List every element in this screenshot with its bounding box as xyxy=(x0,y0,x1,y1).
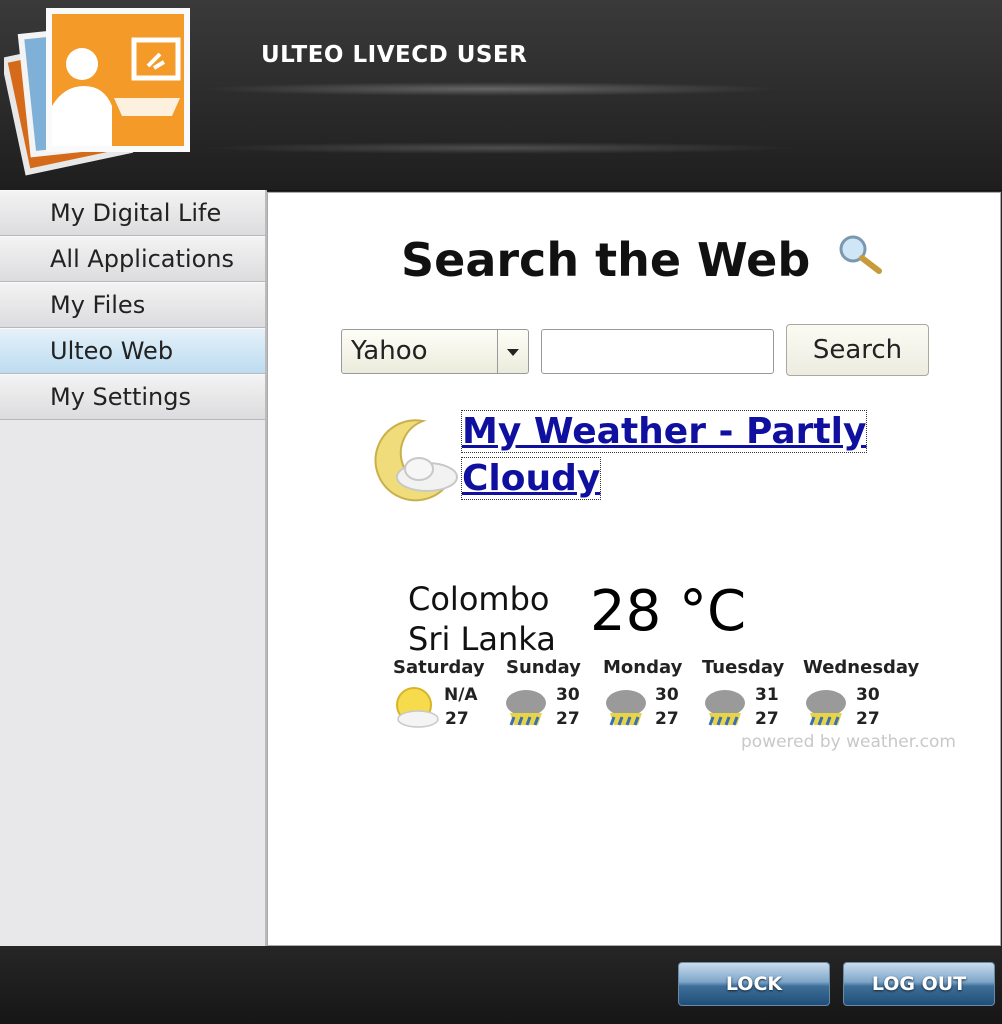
sidebar-item-ulteo-web[interactable]: Ulteo Web xyxy=(0,328,265,374)
sidebar: My Digital Life All Applications My File… xyxy=(0,190,267,946)
weather-link-line2[interactable]: Cloudy xyxy=(460,457,602,500)
logout-button[interactable]: LOG OUT xyxy=(843,962,995,1006)
partly-cloudy-night-icon xyxy=(374,419,458,502)
forecast-high: 30 xyxy=(655,685,679,705)
search-input[interactable] xyxy=(541,329,774,374)
forecast-day: Tuesday xyxy=(702,657,785,678)
forecast-high: 30 xyxy=(856,685,880,705)
header-shine xyxy=(200,142,800,154)
partly-sunny-icon xyxy=(396,687,439,728)
weather-link[interactable]: My Weather - Partly Cloudy xyxy=(460,408,894,502)
username-label: ULTEO LIVECD USER xyxy=(261,42,528,68)
user-photo-icon xyxy=(4,8,190,176)
forecast-high: N/A xyxy=(444,685,478,705)
chevron-down-icon[interactable] xyxy=(497,330,528,373)
forecast-high: 30 xyxy=(556,685,580,705)
country-name: Sri Lanka xyxy=(408,620,556,658)
header-bar: ULTEO LIVECD USER xyxy=(0,0,1002,191)
search-button[interactable]: Search xyxy=(786,324,929,376)
main-panel: Search the Web Yahoo Search My Weather -… xyxy=(267,192,1001,946)
forecast-low: 27 xyxy=(755,709,779,729)
sidebar-item-my-digital-life[interactable]: My Digital Life xyxy=(0,190,265,236)
forecast-day: Saturday xyxy=(393,657,485,678)
sidebar-item-my-files[interactable]: My Files xyxy=(0,282,265,328)
forecast-day: Sunday xyxy=(506,657,581,678)
footer-bar: LOCK LOG OUT xyxy=(0,946,1002,1024)
forecast-low: 27 xyxy=(856,709,880,729)
forecast-low: 27 xyxy=(655,709,679,729)
forecast-low: 27 xyxy=(445,709,469,729)
header-shine xyxy=(200,82,780,96)
weather-location: Colombo Sri Lanka xyxy=(408,579,556,659)
search-engine-select[interactable]: Yahoo xyxy=(341,329,529,374)
city-name: Colombo xyxy=(408,580,550,618)
forecast-day: Wednesday xyxy=(803,657,920,678)
powered-by-link[interactable]: powered by weather.com xyxy=(741,732,956,752)
sidebar-item-all-applications[interactable]: All Applications xyxy=(0,236,265,282)
thunderstorm-icon xyxy=(806,690,846,726)
page-title: Search the Web xyxy=(401,233,811,287)
weather-link-line1[interactable]: My Weather - Partly xyxy=(460,410,868,453)
thunderstorm-icon xyxy=(705,690,745,726)
forecast-low: 27 xyxy=(556,709,580,729)
forecast-day: Monday xyxy=(603,657,683,678)
current-temperature: 28 °C xyxy=(590,579,747,644)
magnifier-icon xyxy=(839,235,882,274)
sidebar-item-my-settings[interactable]: My Settings xyxy=(0,374,265,420)
lock-button[interactable]: LOCK xyxy=(678,962,830,1006)
forecast-high: 31 xyxy=(755,685,779,705)
thunderstorm-icon xyxy=(606,690,646,726)
search-engine-value: Yahoo xyxy=(351,336,428,366)
thunderstorm-icon xyxy=(506,690,546,726)
